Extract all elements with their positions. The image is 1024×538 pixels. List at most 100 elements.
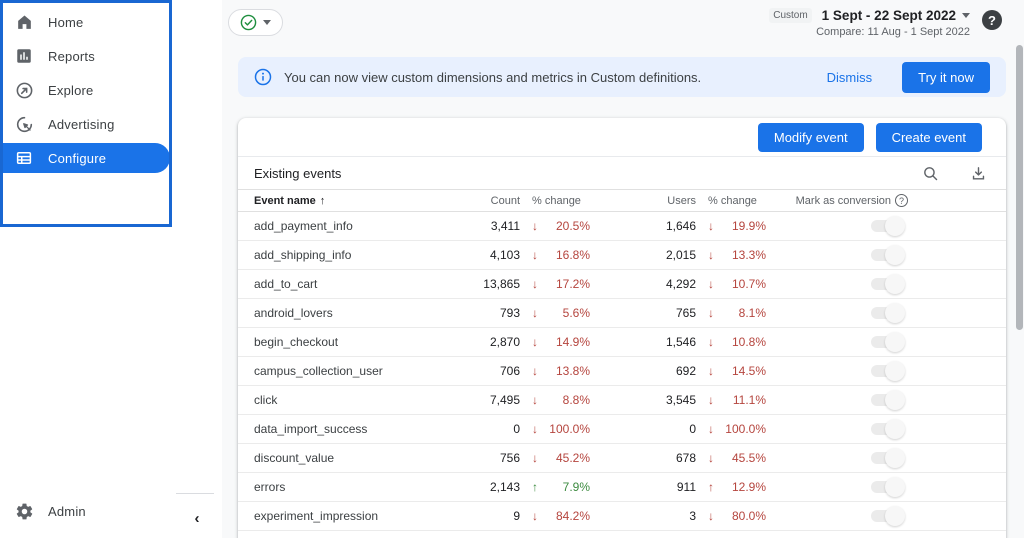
event-users: 1,646: [594, 219, 696, 233]
mark-as-conversion-toggle[interactable]: [871, 274, 905, 294]
event-name: experiment_impression: [254, 509, 460, 523]
mark-as-conversion-cell: [770, 216, 990, 236]
event-count: 3,411: [460, 219, 520, 233]
modify-event-button[interactable]: Modify event: [758, 123, 864, 152]
event-users-change: ↓ 80.0%: [696, 509, 770, 523]
sidebar-item-admin[interactable]: Admin: [0, 494, 172, 528]
event-name: errors: [254, 480, 460, 494]
event-name: data_import_success: [254, 422, 460, 436]
info-icon: [254, 68, 272, 86]
table-row[interactable]: experiment_impression 9 ↓ 84.2% 3 ↓ 80.0…: [238, 502, 1006, 531]
event-users: 3,545: [594, 393, 696, 407]
table-header-row: Event name ↑ Count % change Users % chan…: [238, 190, 1006, 212]
download-icon[interactable]: [966, 161, 990, 185]
mark-as-conversion-toggle[interactable]: [871, 448, 905, 468]
event-count-change: ↓ 45.2%: [520, 451, 594, 465]
mark-as-conversion-toggle[interactable]: [871, 506, 905, 526]
table-row[interactable]: discount_value 756 ↓ 45.2% 678 ↓ 45.5%: [238, 444, 1006, 473]
table-row[interactable]: android_lovers 793 ↓ 5.6% 765 ↓ 8.1%: [238, 299, 1006, 328]
compare-range-label: Compare: 11 Aug - 1 Sept 2022: [769, 26, 970, 38]
event-users: 3: [594, 509, 696, 523]
help-button[interactable]: ?: [982, 10, 1002, 30]
mark-as-conversion-toggle[interactable]: [871, 216, 905, 236]
search-icon[interactable]: [918, 161, 942, 185]
table-row[interactable]: click 7,495 ↓ 8.8% 3,545 ↓ 11.1%: [238, 386, 1006, 415]
sidebar-nav: Home Reports Explore: [0, 0, 222, 173]
mark-as-conversion-cell: [770, 419, 990, 439]
sidebar-item-explore[interactable]: Explore: [0, 73, 222, 107]
table-row[interactable]: data_import_success 0 ↓ 100.0% 0 ↓ 100.0…: [238, 415, 1006, 444]
sidebar-item-label: Reports: [48, 49, 95, 64]
event-count: 9: [460, 509, 520, 523]
event-count-change: ↑ 7.9%: [520, 480, 594, 494]
vertical-scrollbar[interactable]: [1016, 45, 1023, 330]
create-event-button[interactable]: Create event: [876, 123, 982, 152]
collapse-sidebar-button[interactable]: ‹: [185, 506, 209, 530]
dismiss-button[interactable]: Dismiss: [827, 70, 873, 85]
sidebar: Home Reports Explore: [0, 0, 222, 538]
try-it-now-button[interactable]: Try it now: [902, 62, 990, 93]
trend-arrow-icon: ↓: [532, 335, 546, 349]
sidebar-item-label: Admin: [48, 504, 86, 519]
date-range-picker[interactable]: Custom 1 Sept - 22 Sept 2022: [769, 8, 970, 23]
sidebar-item-home[interactable]: Home: [0, 5, 222, 39]
sidebar-item-advertising[interactable]: Advertising: [0, 107, 222, 141]
mark-as-conversion-cell: [770, 245, 990, 265]
mark-as-conversion-toggle[interactable]: [871, 332, 905, 352]
mark-as-conversion-cell: [770, 303, 990, 323]
column-users-change[interactable]: % change: [696, 195, 770, 207]
table-body: add_payment_info 3,411 ↓ 20.5% 1,646 ↓ 1…: [238, 212, 1006, 531]
explore-icon: [14, 80, 34, 100]
sidebar-item-configure[interactable]: Configure: [0, 143, 170, 173]
event-count: 2,870: [460, 335, 520, 349]
trend-arrow-icon: ↓: [532, 393, 546, 407]
chevron-down-icon: [263, 20, 271, 25]
data-status-dropdown[interactable]: [228, 9, 283, 36]
mark-as-conversion-toggle[interactable]: [871, 361, 905, 381]
mark-as-conversion-toggle[interactable]: [871, 419, 905, 439]
table-row[interactable]: add_shipping_info 4,103 ↓ 16.8% 2,015 ↓ …: [238, 241, 1006, 270]
event-count: 706: [460, 364, 520, 378]
trend-arrow-icon: ↑: [708, 480, 722, 494]
event-count: 756: [460, 451, 520, 465]
column-count[interactable]: Count: [460, 195, 520, 207]
mark-as-conversion-toggle[interactable]: [871, 303, 905, 323]
event-name: discount_value: [254, 451, 460, 465]
events-card: Modify event Create event Existing event…: [238, 118, 1006, 538]
table-row[interactable]: begin_checkout 2,870 ↓ 14.9% 1,546 ↓ 10.…: [238, 328, 1006, 357]
chevron-down-icon: [962, 13, 970, 18]
column-event-name[interactable]: Event name ↑: [254, 195, 460, 207]
event-users-change: ↓ 10.8%: [696, 335, 770, 349]
help-circle-icon[interactable]: ?: [895, 194, 908, 207]
event-users: 692: [594, 364, 696, 378]
event-users: 0: [594, 422, 696, 436]
trend-arrow-icon: ↓: [708, 509, 722, 523]
event-count-change: ↓ 8.8%: [520, 393, 594, 407]
sort-ascending-icon: ↑: [320, 195, 326, 207]
event-count: 7,495: [460, 393, 520, 407]
table-row[interactable]: add_payment_info 3,411 ↓ 20.5% 1,646 ↓ 1…: [238, 212, 1006, 241]
trend-arrow-icon: ↓: [708, 422, 722, 436]
mark-as-conversion-cell: [770, 332, 990, 352]
event-users: 678: [594, 451, 696, 465]
event-users-change: ↓ 100.0%: [696, 422, 770, 436]
mark-as-conversion-cell: [770, 477, 990, 497]
event-name: begin_checkout: [254, 335, 460, 349]
table-row[interactable]: errors 2,143 ↑ 7.9% 911 ↑ 12.9%: [238, 473, 1006, 502]
column-count-change[interactable]: % change: [520, 195, 594, 207]
trend-arrow-icon: ↓: [708, 393, 722, 407]
table-row[interactable]: add_to_cart 13,865 ↓ 17.2% 4,292 ↓ 10.7%: [238, 270, 1006, 299]
mark-as-conversion-toggle[interactable]: [871, 245, 905, 265]
table-row[interactable]: campus_collection_user 706 ↓ 13.8% 692 ↓…: [238, 357, 1006, 386]
sidebar-item-reports[interactable]: Reports: [0, 39, 222, 73]
sidebar-item-label: Configure: [48, 151, 106, 166]
event-users: 911: [594, 480, 696, 494]
mark-as-conversion-toggle[interactable]: [871, 477, 905, 497]
trend-arrow-icon: ↓: [708, 248, 722, 262]
column-mark-as-conversion: Mark as conversion ?: [770, 194, 990, 207]
card-actions: Modify event Create event: [238, 118, 1006, 157]
column-users[interactable]: Users: [594, 195, 696, 207]
mark-as-conversion-toggle[interactable]: [871, 390, 905, 410]
banner-message: You can now view custom dimensions and m…: [284, 70, 815, 85]
event-users-change: ↓ 8.1%: [696, 306, 770, 320]
